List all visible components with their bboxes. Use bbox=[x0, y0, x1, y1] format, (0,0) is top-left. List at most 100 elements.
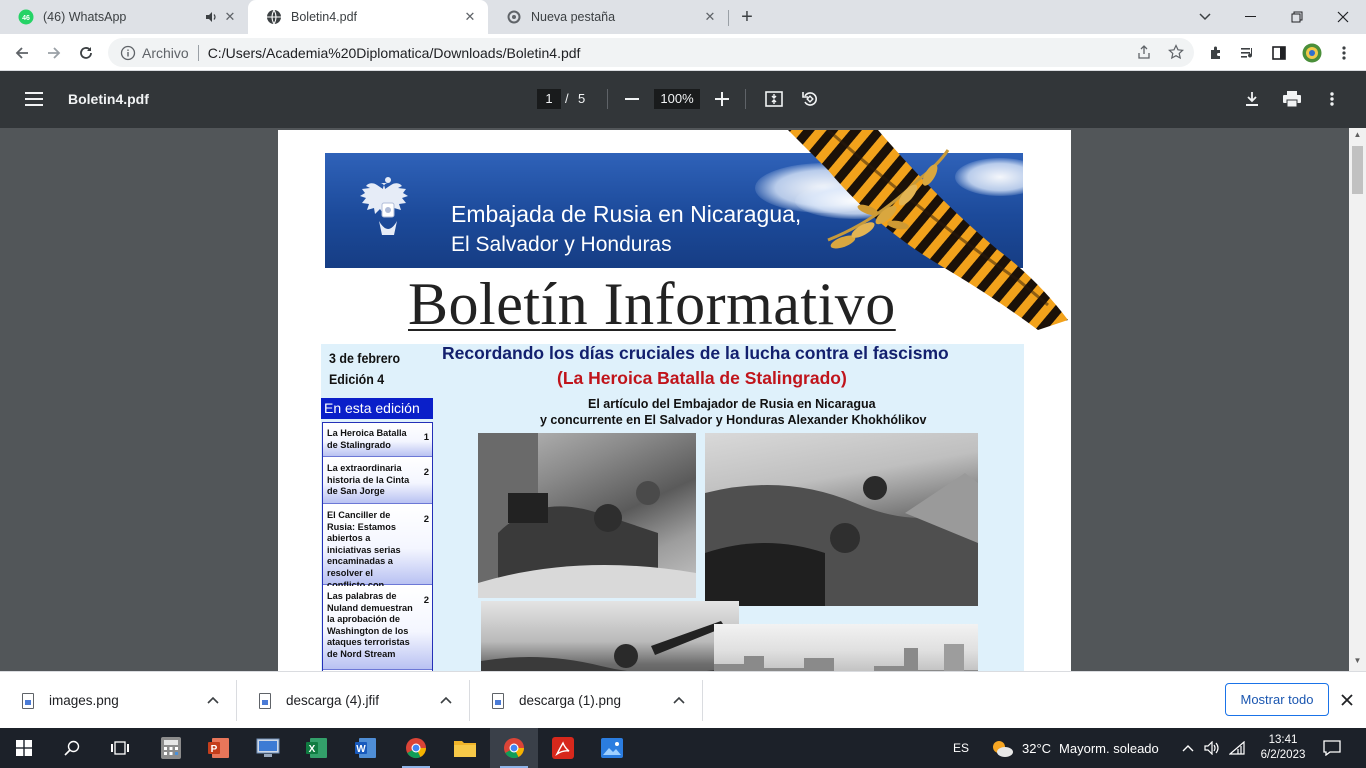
back-button[interactable] bbox=[8, 39, 36, 67]
chrome-icon[interactable] bbox=[392, 728, 440, 768]
notifications-icon[interactable] bbox=[1323, 728, 1341, 768]
file-icon bbox=[492, 692, 504, 709]
url-text[interactable]: C:/Users/Academia%20Diplomatica/Download… bbox=[208, 45, 581, 61]
coat-of-arms-icon bbox=[355, 175, 421, 247]
fit-to-page-icon[interactable] bbox=[762, 87, 786, 111]
page-number-input[interactable]: 1 bbox=[537, 89, 561, 109]
chevron-up-icon[interactable] bbox=[205, 692, 221, 708]
share-icon[interactable] bbox=[1136, 44, 1152, 60]
download-item[interactable]: images.png bbox=[0, 672, 236, 729]
address-bar[interactable]: Archivo C:/Users/Academia%20Diplomatica/… bbox=[108, 38, 1194, 67]
new-tab-button[interactable]: + bbox=[737, 6, 757, 28]
chevron-up-icon[interactable] bbox=[671, 692, 687, 708]
download-item[interactable]: descarga (1).png bbox=[470, 672, 702, 729]
weather-temp: 32°C bbox=[1022, 740, 1052, 756]
toc-item: El Canciller de Rusia: Estamos abiertos … bbox=[323, 505, 432, 601]
svg-text:X: X bbox=[309, 744, 316, 755]
remote-desktop-icon[interactable] bbox=[244, 728, 292, 768]
more-options-icon[interactable] bbox=[1320, 87, 1344, 111]
download-filename: images.png bbox=[49, 693, 119, 708]
toc-item: Las palabras de Nuland demuestran la apr… bbox=[323, 586, 432, 670]
side-panel-icon[interactable] bbox=[1265, 39, 1293, 67]
issue-edition: Edición 4 bbox=[329, 372, 385, 387]
extensions-icon[interactable] bbox=[1202, 39, 1230, 67]
download-filename: descarga (4).jfif bbox=[286, 693, 380, 708]
chrome-newtab-icon bbox=[506, 9, 522, 25]
article-headline: Recordando los días cruciales de la luch… bbox=[442, 343, 949, 363]
scrollbar-thumb[interactable] bbox=[1352, 146, 1363, 194]
language-indicator[interactable]: ES bbox=[953, 728, 969, 768]
photos-icon[interactable] bbox=[588, 728, 636, 768]
vertical-scrollbar[interactable]: ▲ ▼ bbox=[1349, 128, 1366, 671]
zoom-out-button[interactable] bbox=[620, 87, 644, 111]
star-icon[interactable] bbox=[1168, 44, 1184, 60]
reload-button[interactable] bbox=[72, 39, 100, 67]
banner-line-2: El Salvador y Honduras bbox=[451, 233, 672, 256]
weather-widget[interactable]: 32°C Mayorm. soleado bbox=[990, 728, 1159, 768]
show-all-downloads-button[interactable]: Mostrar todo bbox=[1225, 683, 1329, 716]
close-tab-icon[interactable]: ✕ bbox=[222, 9, 238, 25]
page-separator: / bbox=[565, 91, 569, 106]
tab-strip: 46 (46) WhatsApp ✕ Boletin4.pdf ✕ Nueva … bbox=[0, 0, 1366, 34]
zoom-level-input[interactable]: 100% bbox=[654, 89, 700, 109]
speaker-icon[interactable] bbox=[204, 10, 218, 24]
volume-icon[interactable] bbox=[1204, 728, 1220, 768]
restore-button[interactable] bbox=[1274, 0, 1320, 34]
network-icon[interactable] bbox=[1229, 728, 1245, 768]
tab-search-button[interactable] bbox=[1182, 0, 1228, 34]
scroll-down-arrow-icon[interactable]: ▼ bbox=[1353, 656, 1362, 665]
minimize-button[interactable] bbox=[1228, 0, 1274, 34]
banner-line-1: Embajada de Rusia en Nicaragua, bbox=[451, 201, 802, 227]
print-icon[interactable] bbox=[1280, 87, 1304, 111]
hamburger-menu-icon[interactable] bbox=[22, 87, 46, 111]
calculator-icon[interactable] bbox=[147, 728, 195, 768]
word-icon[interactable]: W bbox=[342, 728, 390, 768]
war-photo-1 bbox=[478, 433, 696, 598]
article-subheadline: (La Heroica Batalla de Stalingrado) bbox=[557, 368, 847, 388]
zoom-in-button[interactable] bbox=[710, 87, 734, 111]
article-byline-1: El artículo del Embajador de Rusia en Ni… bbox=[588, 397, 876, 411]
rotate-icon[interactable] bbox=[798, 87, 822, 111]
browser-toolbar: Archivo C:/Users/Academia%20Diplomatica/… bbox=[0, 34, 1366, 71]
weather-desc: Mayorm. soleado bbox=[1059, 740, 1159, 756]
globe-icon bbox=[266, 9, 282, 25]
file-icon bbox=[259, 692, 271, 709]
browser-menu-icon[interactable] bbox=[1330, 39, 1358, 67]
svg-text:46: 46 bbox=[22, 15, 30, 22]
close-tab-icon[interactable]: ✕ bbox=[702, 9, 718, 25]
download-icon[interactable] bbox=[1240, 87, 1264, 111]
close-window-button[interactable] bbox=[1320, 0, 1366, 34]
clock[interactable]: 13:41 6/2/2023 bbox=[1255, 728, 1311, 768]
tab-whatsapp[interactable]: 46 (46) WhatsApp ✕ bbox=[0, 0, 248, 34]
scroll-up-arrow-icon[interactable]: ▲ bbox=[1353, 130, 1362, 139]
file-explorer-icon[interactable] bbox=[441, 728, 489, 768]
tab-nueva-pestana[interactable]: Nueva pestaña ✕ bbox=[488, 0, 728, 34]
tab-boletin[interactable]: Boletin4.pdf ✕ bbox=[248, 0, 488, 34]
war-photo-2 bbox=[705, 433, 978, 606]
chevron-up-icon[interactable] bbox=[1182, 728, 1194, 768]
chevron-up-icon[interactable] bbox=[438, 692, 454, 708]
scheme-label: Archivo bbox=[142, 44, 189, 61]
profile-avatar[interactable] bbox=[1298, 39, 1326, 67]
excel-icon[interactable]: X bbox=[293, 728, 341, 768]
download-separator bbox=[702, 680, 703, 721]
toc-item-title: La Heroica Batalla de Stalingrado bbox=[327, 428, 407, 450]
bulletin-title: Boletín Informativo bbox=[408, 271, 896, 337]
download-item[interactable]: descarga (4).jfif bbox=[237, 672, 469, 729]
windows-taskbar: P X W ES 32°C Mayorm. soleado 13:41 6/2/… bbox=[0, 728, 1366, 768]
pdf-document-area[interactable]: Embajada de Rusia en Nicaragua, El Salva… bbox=[0, 128, 1366, 671]
forward-button[interactable] bbox=[40, 39, 68, 67]
toc-item: La extraordinaria historia de la Cinta d… bbox=[323, 458, 432, 504]
close-shelf-icon[interactable] bbox=[1337, 690, 1357, 710]
search-icon[interactable] bbox=[48, 728, 96, 768]
issue-date: 3 de febrero bbox=[329, 351, 401, 366]
media-control-icon[interactable] bbox=[1234, 39, 1262, 67]
toc-item-page: 2 bbox=[423, 467, 429, 478]
chrome-active-icon[interactable] bbox=[490, 728, 538, 768]
task-view-icon[interactable] bbox=[96, 728, 144, 768]
acrobat-icon[interactable] bbox=[539, 728, 587, 768]
close-tab-icon[interactable]: ✕ bbox=[462, 9, 478, 25]
info-icon[interactable] bbox=[120, 45, 136, 61]
powerpoint-icon[interactable]: P bbox=[195, 728, 243, 768]
windows-start-icon[interactable] bbox=[0, 728, 48, 768]
